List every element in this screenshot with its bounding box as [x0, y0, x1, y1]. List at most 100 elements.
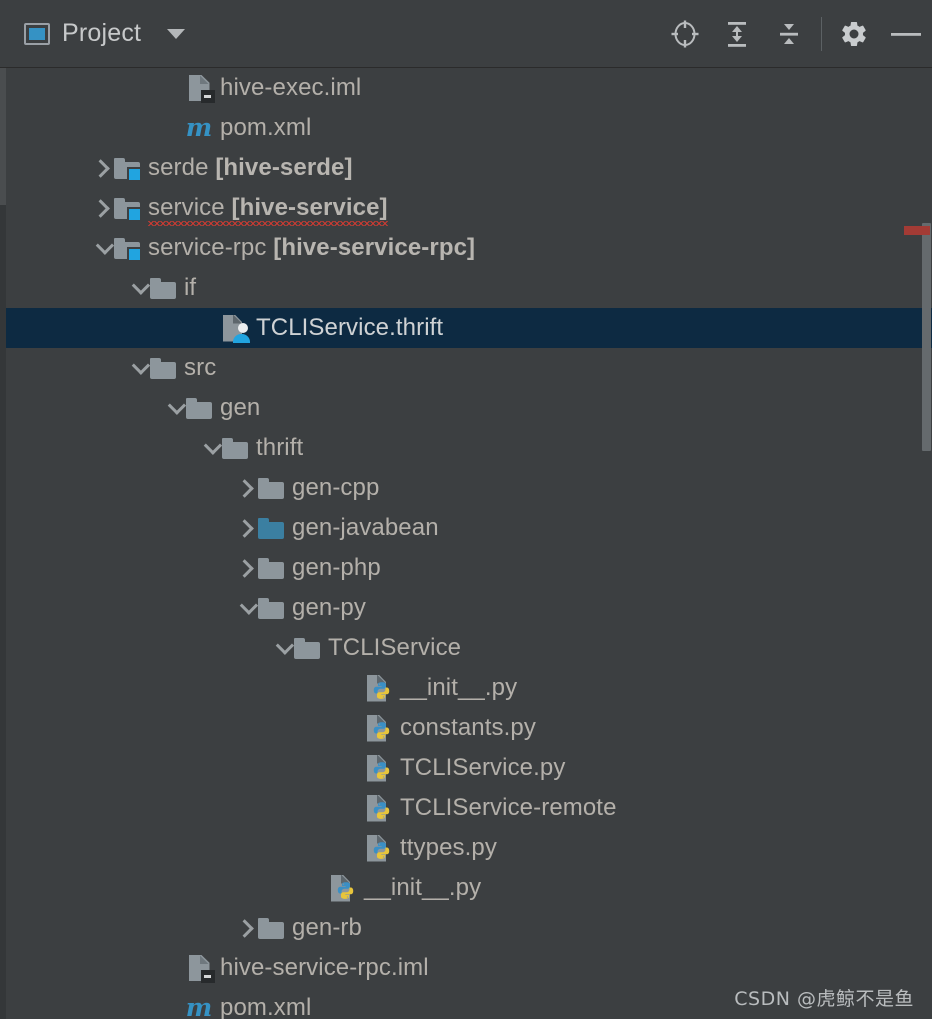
tree-row-content: TCLIService — [6, 628, 461, 668]
chevron-down-icon[interactable] — [128, 348, 150, 388]
tree-row-icon — [114, 235, 142, 262]
tool-window-header: Project — [0, 0, 932, 68]
chevron-down-icon[interactable] — [272, 628, 294, 668]
tree-row-label: service [hive-service] — [148, 194, 388, 226]
tree-row[interactable]: service [hive-service] — [6, 188, 932, 228]
chevron-right-icon[interactable] — [234, 908, 258, 948]
tree-row[interactable]: __init__.py — [6, 868, 932, 908]
tool-window-actions — [659, 0, 932, 68]
tree-row-icon — [258, 515, 284, 541]
tree-row[interactable]: m pom.xml — [6, 108, 932, 148]
tree-row-content: TCLIService-remote — [6, 788, 617, 828]
tree-row[interactable]: __init__.py — [6, 668, 932, 708]
project-panel-icon — [24, 22, 50, 45]
tree-row-content: TCLIService.thrift — [6, 308, 443, 348]
chevron-down-icon[interactable] — [164, 388, 186, 428]
iml-file-icon — [188, 955, 215, 983]
tree-row[interactable]: gen-php — [6, 548, 932, 588]
project-tool-window: Project hive-exec.iml m pom.xml serde [h… — [0, 0, 932, 1019]
source-folder-icon — [258, 517, 284, 539]
tree-row-content: gen-cpp — [6, 468, 379, 508]
tree-row[interactable]: TCLIService.py — [6, 748, 932, 788]
tree-row-content: gen-php — [6, 548, 381, 588]
tree-row[interactable]: TCLIService.thrift — [6, 308, 932, 348]
tree-row-label: ttypes.py — [400, 834, 497, 861]
maven-pom-icon: m — [185, 112, 213, 142]
tree-row-label: gen-py — [292, 594, 366, 621]
chevron-down-icon[interactable] — [236, 588, 258, 628]
chevron-down-icon[interactable] — [200, 428, 222, 468]
folder-icon — [294, 637, 320, 659]
tree-row-label: gen-javabean — [292, 514, 439, 541]
tree-row-label: gen-cpp — [292, 474, 380, 501]
chevron-right-icon[interactable] — [234, 508, 258, 548]
tree-row[interactable]: constants.py — [6, 708, 932, 748]
tree-row-content: gen-javabean — [6, 508, 439, 548]
tree-row[interactable]: hive-service-rpc.iml — [6, 948, 932, 988]
tree-row-icon — [258, 595, 284, 621]
tree-row[interactable]: service-rpc [hive-service-rpc] — [6, 228, 932, 268]
tool-window-title-group[interactable]: Project — [24, 19, 186, 48]
chevron-right-icon[interactable] — [234, 548, 258, 588]
tree-row[interactable]: serde [hive-serde] — [6, 148, 932, 188]
folder-icon — [258, 557, 284, 579]
chevron-down-icon[interactable] — [167, 28, 186, 39]
folder-icon — [150, 357, 176, 379]
tree-row[interactable]: gen-rb — [6, 908, 932, 948]
folder-icon — [186, 397, 212, 419]
tree-row[interactable]: gen-cpp — [6, 468, 932, 508]
tree-row-icon — [366, 674, 392, 702]
tree-row[interactable]: TCLIService — [6, 628, 932, 668]
tree-row[interactable]: TCLIService-remote — [6, 788, 932, 828]
vertical-scrollbar[interactable] — [920, 68, 932, 1019]
tree-row-module-name: [hive-serde] — [215, 154, 353, 181]
settings-icon[interactable] — [828, 8, 880, 60]
tree-row[interactable]: gen-javabean — [6, 508, 932, 548]
vertical-scrollbar-thumb[interactable] — [922, 223, 931, 451]
tree-row[interactable]: thrift — [6, 428, 932, 468]
folder-icon — [258, 477, 284, 499]
collapse-all-glyph — [780, 24, 798, 44]
expand-all-icon[interactable] — [711, 8, 763, 60]
tree-row-label: __init__.py — [364, 874, 482, 901]
module-folder-icon — [114, 197, 142, 222]
tree-row[interactable]: ttypes.py — [6, 828, 932, 868]
folder-icon — [258, 917, 284, 939]
error-stripe-marker[interactable] — [904, 226, 930, 235]
collapse-all-icon[interactable] — [763, 8, 815, 60]
tree-row-content: hive-exec.iml — [6, 68, 361, 108]
tree-row-content: if — [6, 268, 196, 308]
tree-row-icon — [186, 395, 212, 421]
chevron-down-icon[interactable] — [128, 268, 150, 308]
chevron-down-icon[interactable] — [92, 228, 114, 268]
tree-row-icon — [186, 75, 215, 103]
tree-row-label: constants.py — [400, 714, 536, 741]
chevron-right-icon[interactable] — [234, 468, 258, 508]
tree-row-content: serde [hive-serde] — [6, 148, 353, 188]
tree-row-label: gen-php — [292, 554, 381, 581]
tree-row[interactable]: hive-exec.iml — [6, 68, 932, 108]
tree-row[interactable]: if — [6, 268, 932, 308]
tree-row-label: pom.xml — [220, 994, 312, 1019]
chevron-right-icon[interactable] — [90, 188, 114, 228]
tree-row-label: thrift — [256, 434, 304, 461]
python-file-icon — [367, 714, 391, 742]
tree-row-icon — [366, 794, 392, 822]
tree-row-content: service [hive-service] — [6, 188, 388, 228]
minimize-icon[interactable] — [880, 8, 932, 60]
tree-row-content: __init__.py — [6, 868, 481, 908]
tree-row-content: __init__.py — [6, 668, 517, 708]
tree-row[interactable]: gen-py — [6, 588, 932, 628]
folder-icon — [150, 277, 176, 299]
tree-row-label: if — [184, 274, 197, 301]
tree-row-label: TCLIService-remote — [400, 794, 617, 821]
thrift-file-icon — [223, 314, 250, 343]
tree-row[interactable]: gen — [6, 388, 932, 428]
tree-row-label: service-rpc [hive-service-rpc] — [148, 234, 476, 261]
chevron-right-icon[interactable] — [90, 148, 114, 188]
tree-row[interactable]: src — [6, 348, 932, 388]
tree-row-label: TCLIService.thrift — [256, 314, 444, 341]
locate-icon[interactable] — [659, 8, 711, 60]
tree-row-icon: m — [186, 995, 212, 1019]
